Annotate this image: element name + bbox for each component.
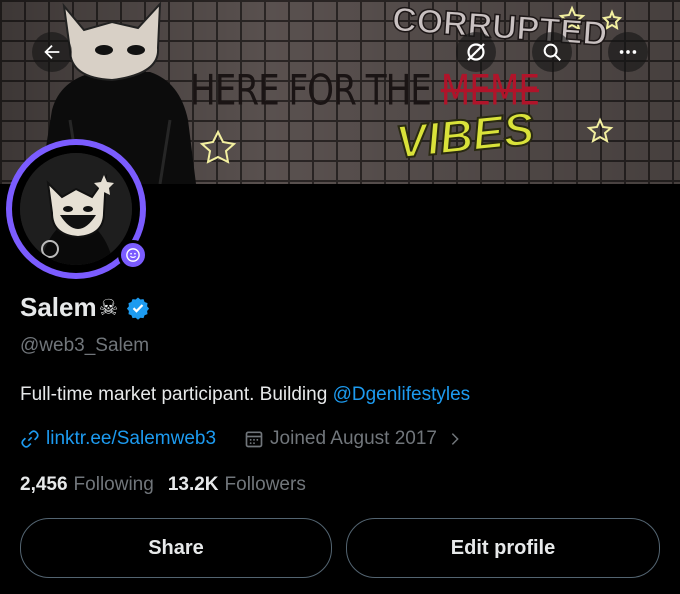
edit-profile-button[interactable]: Edit profile: [346, 518, 660, 578]
bio-text: Full-time market participant. Building: [20, 384, 333, 405]
profile-link[interactable]: linktr.ee/Salemweb3: [20, 428, 216, 450]
display-name: Salem: [20, 292, 97, 322]
joined-date[interactable]: Joined August 2017: [244, 428, 463, 450]
following-stat[interactable]: 2,456 Following: [20, 474, 154, 496]
following-count: 2,456: [20, 474, 68, 495]
followers-stat[interactable]: 13.2K Followers: [168, 474, 306, 496]
profile-link-text[interactable]: linktr.ee/Salemweb3: [46, 428, 216, 450]
search-button[interactable]: [532, 32, 572, 72]
grok-button[interactable]: [456, 32, 496, 72]
following-label: Following: [73, 474, 154, 495]
chevron-right-icon: [447, 431, 463, 447]
handle: @web3_Salem: [20, 335, 150, 356]
verified-badge-icon[interactable]: [126, 296, 150, 320]
bio: Full-time market participant. Building @…: [20, 384, 470, 406]
profile-meta-row: linktr.ee/Salemweb3 Joined August 2017: [20, 428, 463, 450]
avatar-badge: [118, 240, 148, 270]
grok-icon: [467, 43, 485, 61]
more-horizontal-icon: [619, 50, 637, 54]
followers-count: 13.2K: [167, 474, 219, 495]
link-icon: [21, 430, 39, 448]
back-button[interactable]: [32, 32, 72, 72]
follow-stats: 2,456 Following 13.2K Followers: [20, 474, 306, 496]
more-button[interactable]: [608, 32, 648, 72]
search-icon: [543, 43, 561, 61]
avatar-image: [20, 153, 132, 265]
bio-mention-link[interactable]: @Dgenlifestyles: [333, 384, 471, 405]
joined-date-text: Joined August 2017: [270, 428, 437, 449]
share-button[interactable]: Share: [20, 518, 332, 578]
smiley-icon: [126, 248, 140, 262]
followers-label: Followers: [224, 474, 306, 495]
skull-crossbones-emoji: ☠: [98, 294, 119, 320]
avatar-character-art: [20, 153, 132, 265]
banner-tagline-prefix: HERE FOR THE: [190, 65, 432, 115]
profile-name-row: Salem ☠: [20, 292, 150, 323]
calendar-icon: [245, 431, 263, 448]
arrow-left-icon: [44, 44, 60, 60]
